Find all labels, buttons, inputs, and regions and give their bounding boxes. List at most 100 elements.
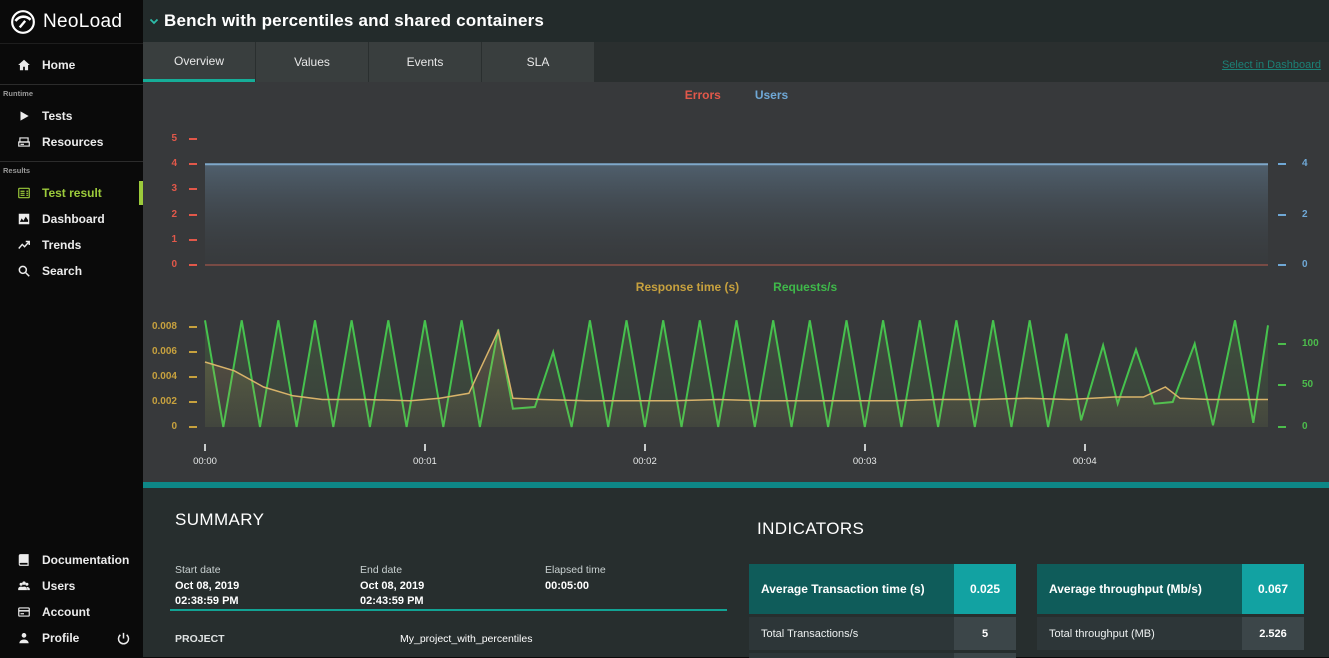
sidebar-item-users[interactable]: Users [0, 573, 143, 599]
axis-tick: 00:04 [1063, 456, 1107, 467]
person-icon [17, 631, 31, 645]
sidebar-item-label: Dashboard [42, 212, 105, 226]
axis-tick [864, 444, 866, 451]
bottom-panel: SUMMARY Start date Oct 08, 2019 02:38:59… [143, 488, 1329, 657]
axis-tick [189, 163, 197, 165]
dashboard-chart-icon [17, 212, 31, 226]
axis-tick: 2 [109, 209, 177, 221]
legend-response-time[interactable]: Response time (s) [636, 280, 739, 294]
axis-tick: 00:00 [183, 456, 227, 467]
power-icon [116, 631, 131, 646]
axis-tick [189, 214, 197, 216]
axis-tick [189, 188, 197, 190]
field-value: 02:43:59 PM [360, 594, 424, 609]
indicator-row-label: Total Transactions/s [749, 617, 954, 650]
charts-panel: Errors Users 543210420 Response time (s)… [143, 82, 1329, 482]
response-requests-chart: 0.0080.0060.0040.002010050000:0000:0100:… [205, 310, 1268, 470]
axis-tick: 2 [1302, 209, 1329, 221]
field-label: End date [360, 564, 424, 576]
title-bar: Bench with percentiles and shared contai… [143, 0, 1329, 42]
tab-sla[interactable]: SLA [482, 42, 594, 82]
indicator-row-value: 5 [954, 617, 1016, 650]
sidebar-divider [0, 84, 143, 85]
axis-tick: 0 [1302, 259, 1329, 271]
field-value: Oct 08, 2019 [175, 579, 239, 594]
indicator-card-transaction: Average Transaction time (s) 0.025 Total… [749, 564, 1016, 658]
response-requests-legend: Response time (s) Requests/s [205, 280, 1268, 294]
legend-users[interactable]: Users [755, 88, 788, 102]
sidebar-item-label: Test result [42, 186, 102, 200]
axis-tick [1278, 264, 1286, 266]
field-label: Elapsed time [545, 564, 606, 576]
axis-tick: 0 [1302, 421, 1329, 433]
indicator-header-row: Average throughput (Mb/s) 0.067 [1037, 564, 1304, 614]
field-value: 02:38:59 PM [175, 594, 239, 609]
axis-tick [189, 376, 197, 378]
sidebar-item-documentation[interactable]: Documentation [0, 547, 143, 573]
axis-tick: 0 [109, 259, 177, 271]
chart-canvas [205, 130, 1268, 276]
summary-start-date: Start date Oct 08, 2019 02:38:59 PM [175, 564, 239, 609]
axis-tick [189, 138, 197, 140]
axis-tick: 3 [109, 183, 177, 195]
indicator-row-label: Total throughput (MB) [1037, 617, 1242, 650]
axis-tick [189, 264, 197, 266]
sidebar-item-account[interactable]: Account [0, 599, 143, 625]
axis-tick [189, 326, 197, 328]
tab-overview[interactable]: Overview [143, 42, 255, 82]
drive-icon [17, 135, 31, 149]
indicator-data-row: Total Transactions/s 5 [749, 617, 1016, 650]
card-icon [17, 605, 31, 619]
summary-elapsed-time: Elapsed time 00:05:00 [545, 564, 606, 594]
axis-tick: 00:03 [843, 456, 887, 467]
indicator-data-row-partial [749, 653, 1016, 658]
project-value: My_project_with_percentiles [400, 633, 532, 645]
main-content: Bench with percentiles and shared contai… [143, 0, 1329, 657]
axis-tick: 0.002 [109, 396, 177, 408]
tab-events[interactable]: Events [369, 42, 481, 82]
home-icon [17, 58, 31, 72]
sidebar-bottom-group: Documentation Users Account Profile [0, 547, 143, 651]
sidebar-item-label: Resources [42, 135, 103, 149]
sidebar-item-label: Profile [42, 631, 79, 645]
axis-tick [189, 351, 197, 353]
indicator-title: Average throughput (Mb/s) [1037, 564, 1242, 614]
legend-errors[interactable]: Errors [685, 88, 721, 102]
indicator-row-value: 2.526 [1242, 617, 1304, 650]
select-in-dashboard-link[interactable]: Select in Dashboard [1222, 59, 1321, 71]
sidebar-item-home[interactable]: Home [0, 52, 143, 78]
sidebar-item-profile[interactable]: Profile [0, 625, 143, 651]
collapse-chevron-icon[interactable] [148, 15, 160, 27]
indicator-title: Average Transaction time (s) [749, 564, 954, 614]
neoload-logo[interactable]: NeoLoad [0, 0, 143, 44]
legend-requests[interactable]: Requests/s [773, 280, 837, 294]
axis-tick: 00:02 [623, 456, 667, 467]
indicator-value: 0.067 [1242, 564, 1304, 614]
report-icon [17, 186, 31, 200]
indicator-value: 0.025 [954, 564, 1016, 614]
axis-tick: 4 [1302, 158, 1329, 170]
axis-tick: 0.006 [109, 346, 177, 358]
summary-heading: SUMMARY [175, 510, 264, 530]
indicator-card-throughput: Average throughput (Mb/s) 0.067 Total th… [1037, 564, 1304, 653]
chart-canvas [205, 310, 1268, 440]
indicators-heading: INDICATORS [757, 519, 864, 539]
axis-tick [189, 401, 197, 403]
errors-users-legend: Errors Users [205, 88, 1268, 102]
sidebar-item-label: Search [42, 264, 82, 278]
sidebar-item-tests[interactable]: Tests [0, 103, 143, 129]
axis-tick [424, 444, 426, 451]
project-label: PROJECT [175, 633, 225, 645]
sidebar-item-label: Documentation [42, 553, 129, 567]
trend-icon [17, 238, 31, 252]
sidebar-item-label: Tests [42, 109, 72, 123]
axis-tick: 0.004 [109, 371, 177, 383]
tab-values[interactable]: Values [256, 42, 368, 82]
users-group-icon [17, 579, 31, 593]
summary-divider [170, 609, 727, 611]
sidebar-item-label: Home [42, 58, 75, 72]
logout-power-button[interactable] [116, 631, 131, 646]
sidebar-section-runtime: Runtime [0, 89, 143, 98]
logo-text: NeoLoad [43, 11, 122, 33]
axis-tick [1278, 163, 1286, 165]
